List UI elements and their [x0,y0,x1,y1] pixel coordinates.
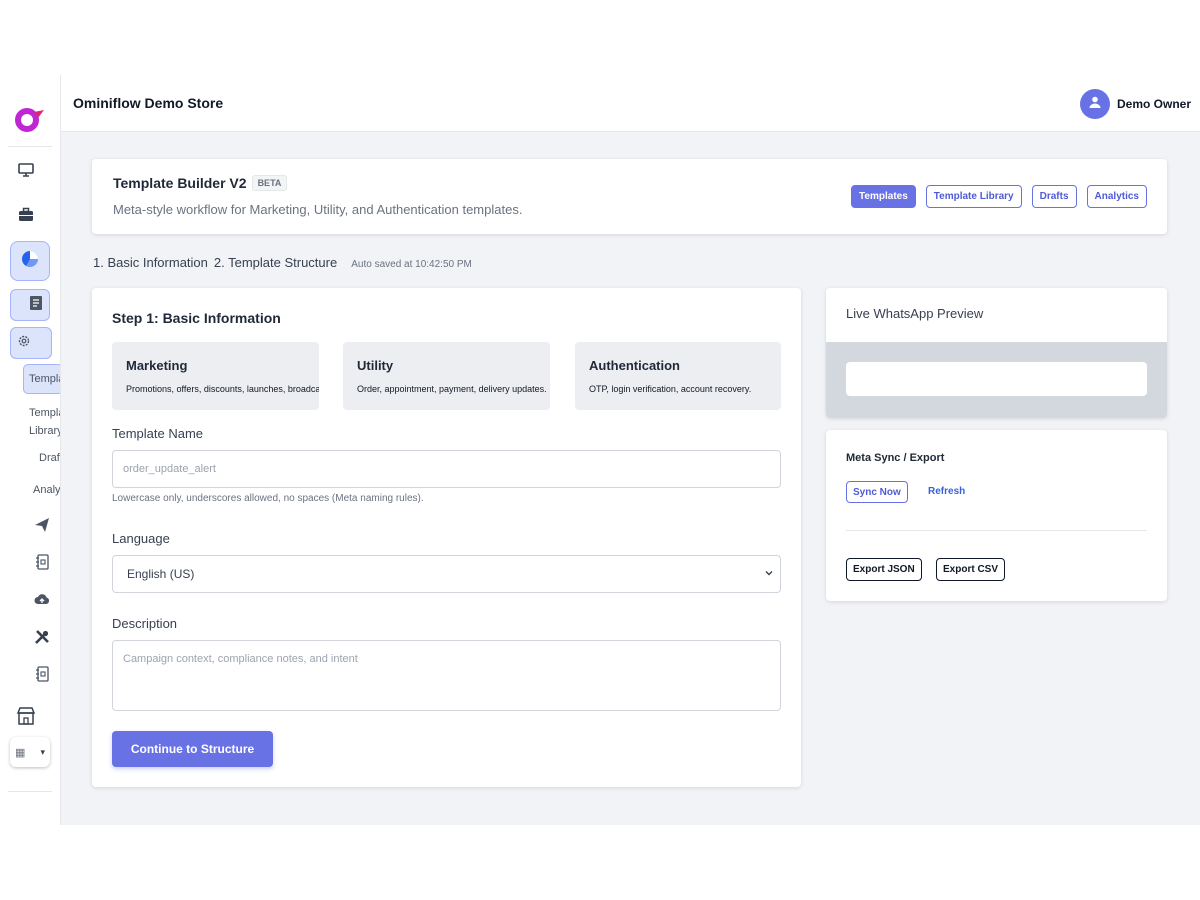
beta-badge: BETA [251,175,288,191]
store-name: Ominiflow Demo Store [73,95,224,111]
category-title: Authentication [589,358,680,373]
building-icon: ▦ [15,746,26,759]
category-description: Order, appointment, payment, delivery up… [357,384,547,394]
step-indicator: 1. Basic Information 2. Template Structu… [93,255,472,270]
preview-message-bubble [846,362,1147,396]
contact-book-icon[interactable] [28,548,56,576]
basic-information-form: Step 1: Basic Information Marketing Prom… [92,288,801,787]
builder-tabs: Templates Template Library Drafts Analyt… [851,185,1147,208]
sidebar-subitem-templates[interactable]: Templates [23,364,60,394]
step-heading: Step 1: Basic Information [112,310,281,326]
description-textarea[interactable]: Campaign context, compliance notes, and … [112,640,781,711]
category-description: OTP, login verification, account recover… [589,384,752,394]
refresh-link[interactable]: Refresh [928,486,965,497]
preview-title: Live WhatsApp Preview [846,306,984,321]
store-icon[interactable] [12,702,40,730]
sidebar: Templates Template Library Drafts Analyt… [0,75,61,825]
language-selected-value: English (US) [127,567,195,581]
sidebar-divider [8,146,52,147]
live-preview-card: Live WhatsApp Preview [826,288,1167,418]
monitor-icon[interactable] [12,156,40,184]
template-name-input[interactable]: order_update_alert [112,450,781,488]
chevron-down-icon [764,567,774,581]
document-icon [29,295,43,316]
tab-analytics[interactable]: Analytics [1086,185,1147,208]
sidebar-item-templates[interactable] [10,241,50,281]
tools-icon[interactable] [28,623,56,651]
template-builder-header-card: Template Builder V2 BETA Meta-style work… [92,159,1167,234]
sidebar-subitem-label: Templates [29,373,60,385]
category-title: Marketing [126,358,188,373]
sidebar-subitem-settings[interactable] [10,327,52,359]
meta-sync-export-card: Meta Sync / Export Sync Now Refresh Expo… [826,430,1167,601]
pie-chart-icon [20,249,40,274]
top-bar: Ominiflow Demo Store Demo Owner [61,75,1200,132]
page-title-text: Template Builder V2 [113,175,247,191]
sidebar-subitem-docs[interactable] [10,289,50,321]
language-select[interactable]: English (US) [112,555,781,593]
sidebar-subitem-analytics[interactable]: Analytics [33,484,60,496]
sync-title: Meta Sync / Export [846,452,945,464]
category-card-utility[interactable]: Utility Order, appointment, payment, del… [343,342,550,410]
sidebar-divider [8,791,52,792]
cloud-upload-icon[interactable] [28,585,56,613]
briefcase-icon[interactable] [12,201,40,229]
autosave-status: Auto saved at 10:42:50 PM [351,259,472,270]
export-json-button[interactable]: Export JSON [846,558,922,581]
sidebar-subitem-template-library[interactable]: Template Library [29,404,60,440]
tab-templates[interactable]: Templates [851,185,916,208]
tab-drafts[interactable]: Drafts [1031,185,1077,208]
template-name-help: Lowercase only, underscores allowed, no … [112,493,424,504]
template-name-label: Template Name [112,426,204,441]
sidebar-subitem-drafts[interactable]: Drafts [39,452,60,464]
description-label: Description [112,616,178,631]
step-template-structure[interactable]: 2. Template Structure [214,255,337,270]
user-menu[interactable]: Demo Owner [1079,89,1191,119]
chevron-down-icon: ▾ [40,746,45,757]
send-icon[interactable] [28,511,56,539]
category-card-authentication[interactable]: Authentication OTP, login verification, … [575,342,781,410]
category-card-marketing[interactable]: Marketing Promotions, offers, discounts,… [112,342,319,410]
user-icon [1088,95,1102,114]
step-basic-information[interactable]: 1. Basic Information [93,255,208,270]
divider [846,530,1147,531]
avatar [1079,89,1110,119]
store-selector[interactable]: ▦ ▾ [10,737,50,767]
category-description: Promotions, offers, discounts, launches,… [126,384,319,394]
preview-canvas [826,342,1167,418]
app-window: Templates Template Library Drafts Analyt… [0,75,1200,825]
tab-template-library[interactable]: Template Library [925,185,1022,208]
language-label: Language [112,531,170,546]
page-title: Template Builder V2 BETA [113,175,288,191]
app-logo[interactable] [14,105,46,133]
contact-book-icon[interactable] [28,660,56,688]
sync-now-button[interactable]: Sync Now [846,481,908,503]
user-name: Demo Owner [1116,97,1191,111]
category-title: Utility [357,358,394,373]
page-subtitle: Meta-style workflow for Marketing, Utili… [113,202,523,217]
continue-to-structure-button[interactable]: Continue to Structure [112,731,273,767]
gear-icon [17,334,31,353]
export-csv-button[interactable]: Export CSV [936,558,1006,581]
